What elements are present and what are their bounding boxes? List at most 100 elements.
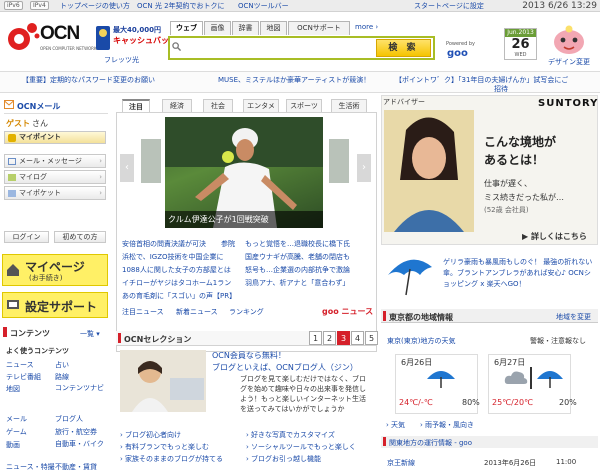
- page-5-button[interactable]: 5: [365, 331, 378, 345]
- first-time-button[interactable]: 初めての方: [54, 231, 106, 243]
- set-start-page-link[interactable]: スタートページに設定: [414, 1, 484, 11]
- content-link-mail[interactable]: メール: [6, 414, 27, 424]
- content-link-anime[interactable]: ニュース・特撮: [6, 462, 55, 472]
- mail-message-button[interactable]: メール・メッセージ ›: [4, 154, 106, 168]
- design-change-link[interactable]: デザイン変更: [548, 57, 590, 67]
- selection-item-title-1[interactable]: OCN会員なら無料！: [212, 350, 286, 361]
- top-link-hikari[interactable]: OCN 光 2年契約でおトクに: [137, 1, 225, 11]
- news-item-2[interactable]: もっと覚悟を…退職校長に橋下氏: [245, 240, 350, 249]
- ad-woman-image[interactable]: [384, 110, 474, 232]
- content-link-route[interactable]: 路線: [55, 372, 69, 382]
- news-item-9[interactable]: あの育毛剤に「スゴい」の声【PR】: [122, 292, 236, 301]
- design-change-mascot-icon[interactable]: [551, 24, 587, 56]
- my-log-button[interactable]: マイログ ›: [4, 170, 106, 184]
- headline-photo-caption[interactable]: クルム伊達公子が1回戦突破: [165, 211, 323, 228]
- tab-new-news[interactable]: 新着ニュース: [176, 307, 218, 317]
- weather-area-link[interactable]: 東京(東京)地方の天気: [387, 336, 455, 346]
- ocn-mail-link[interactable]: OCNメール: [17, 101, 60, 112]
- announcement-movie-cont[interactable]: 招待: [494, 85, 508, 94]
- news-item-1a[interactable]: 安倍首相の問責決議が可決: [122, 240, 206, 249]
- umbrella-promo-link[interactable]: ゲリラ豪雨も暴風雨もしのぐ！ 最強の折れない傘。ブラントアンブレラがあれば安心♪…: [443, 257, 597, 290]
- carousel-next-button[interactable]: ›: [357, 154, 371, 182]
- news-item-3[interactable]: 浜松で、IGZO技術を中国企業に: [122, 253, 224, 262]
- content-link-map[interactable]: 地図: [6, 384, 20, 394]
- tab-ranking[interactable]: ランキング: [229, 307, 264, 317]
- content-link-news[interactable]: ニュース: [6, 360, 34, 370]
- my-point-button[interactable]: マイポイント: [4, 131, 106, 144]
- page-1-button[interactable]: 1: [309, 331, 322, 345]
- promo-max-amount[interactable]: 最大40,000円: [113, 25, 161, 35]
- top-link-toolbar[interactable]: OCNツールバー: [238, 1, 289, 11]
- content-link-realestate[interactable]: 不動産・賃貸: [55, 462, 97, 472]
- carousel-prev-thumb[interactable]: [141, 139, 161, 183]
- announcement-muse[interactable]: MUSE、ミステルほか豪華アーティストが競演！: [218, 76, 370, 85]
- rain-umbrella-icon-2: [537, 371, 563, 388]
- top-link-guide[interactable]: トップページの使い方: [60, 1, 130, 11]
- selection-link-5[interactable]: › 家族そのままのブログが持てる: [120, 455, 223, 464]
- search-tab-ocn-support[interactable]: OCNサポート: [288, 21, 350, 35]
- page-4-button[interactable]: 4: [351, 331, 364, 345]
- page-3-button[interactable]: 3: [337, 331, 350, 345]
- page-2-button[interactable]: 2: [323, 331, 336, 345]
- selection-link-6[interactable]: › ブログお引っ越し機能: [246, 455, 321, 464]
- train-line-link[interactable]: 京王新線: [387, 458, 415, 468]
- search-tab-web[interactable]: ウェブ: [170, 21, 203, 35]
- news-item-1b[interactable]: 参院: [221, 240, 235, 249]
- content-link-video[interactable]: 動画: [6, 440, 20, 450]
- news-item-7[interactable]: イチローがヤジはタコホーム1ラン: [122, 279, 231, 288]
- content-link-travel[interactable]: 旅行・航空券: [55, 427, 97, 437]
- carousel-next-thumb[interactable]: [329, 139, 349, 183]
- tab-lifestyle[interactable]: 生活術: [331, 99, 367, 112]
- setting-support-banner[interactable]: 設定サポート: [2, 292, 108, 318]
- contents-heading: コンテンツ: [10, 329, 50, 338]
- news-item-6[interactable]: 怒号も…企業選の内部抗争で激論: [245, 266, 350, 275]
- tab-economy[interactable]: 経済: [162, 99, 192, 112]
- goo-news-logo[interactable]: goo ニュース: [322, 306, 373, 317]
- search-tab-map[interactable]: 地図: [260, 21, 287, 35]
- section-marker: [3, 327, 7, 337]
- my-pocket-button[interactable]: マイポケット ›: [4, 186, 106, 200]
- news-item-4[interactable]: 国産ウナギが高騰、老舗の閉店も: [245, 253, 350, 262]
- content-link-car[interactable]: 自動車・バイク: [55, 440, 107, 449]
- change-region-link[interactable]: 地域を変更: [556, 312, 591, 322]
- mypage-banner[interactable]: マイページ (お手続き): [2, 254, 108, 286]
- content-link-game[interactable]: ゲーム: [6, 427, 27, 437]
- search-button[interactable]: 検 索: [376, 39, 431, 57]
- content-link-tv[interactable]: テレビ番組: [6, 372, 41, 382]
- umbrella-icon[interactable]: [384, 253, 436, 297]
- ocn-logo-mark-icon[interactable]: [6, 20, 40, 54]
- announcement-movie[interactable]: 【ポイントワ゛ク】「31年目の夫婦げんか」試写会にご: [395, 76, 568, 85]
- train-info-title[interactable]: 関東地方の運行情報 - goo: [389, 438, 472, 448]
- tab-featured-news[interactable]: 注目ニュース: [122, 307, 164, 317]
- search-tab-image[interactable]: 画像: [204, 21, 231, 35]
- search-tab-dictionary[interactable]: 辞書: [232, 21, 259, 35]
- news-item-5[interactable]: 1088人に関した女子の方部屋とは: [122, 266, 231, 275]
- weather-temp-2: 25℃/20℃: [492, 398, 534, 407]
- contents-list-link[interactable]: 一覧 ▾: [80, 329, 100, 339]
- ocn-logo-text[interactable]: OCN: [40, 23, 80, 45]
- selection-link-1[interactable]: › ブログ初心者向け: [120, 431, 181, 440]
- promo-flets-link[interactable]: フレッツ光: [104, 55, 139, 65]
- tab-featured[interactable]: 注目: [122, 99, 150, 112]
- ad-details-link[interactable]: ▶ 詳しくはこちら: [522, 231, 587, 242]
- selection-link-3[interactable]: › 有料ブランでもっと楽しむ: [120, 443, 209, 452]
- tab-entertainment[interactable]: エンタメ: [243, 99, 279, 112]
- carousel-prev-button[interactable]: ‹: [120, 154, 134, 182]
- announcement-password[interactable]: 【重要】定期的なパスワード変更のお願い: [22, 76, 155, 85]
- selection-item-title-2[interactable]: ブログといえば、OCNブログ人（ジン）: [212, 362, 358, 373]
- tab-society[interactable]: 社会: [203, 99, 233, 112]
- content-link-blog[interactable]: ブログ人: [55, 414, 83, 424]
- content-link-navi[interactable]: コンテンツナビ: [55, 384, 105, 393]
- login-button[interactable]: ログイン: [4, 231, 49, 243]
- selection-link-2[interactable]: › 好きな写真でカスタマイズ: [246, 431, 335, 440]
- rain-wind-link[interactable]: › 雨予報・風向き: [420, 420, 474, 430]
- content-link-fortune[interactable]: 占い: [55, 360, 69, 370]
- tab-sports[interactable]: スポーツ: [286, 99, 322, 112]
- blog-woman-image[interactable]: [120, 350, 206, 412]
- news-item-8[interactable]: 羽鳥アナ、析アナと「意合わず」: [245, 279, 349, 288]
- search-tab-more[interactable]: more ›: [355, 23, 378, 31]
- weather-link[interactable]: › 天気: [386, 420, 405, 430]
- selection-link-4[interactable]: › ソーシャルツールでもっと楽しく: [246, 443, 356, 452]
- search-input[interactable]: [181, 41, 376, 56]
- ad-label: アドバイザー: [383, 98, 425, 106]
